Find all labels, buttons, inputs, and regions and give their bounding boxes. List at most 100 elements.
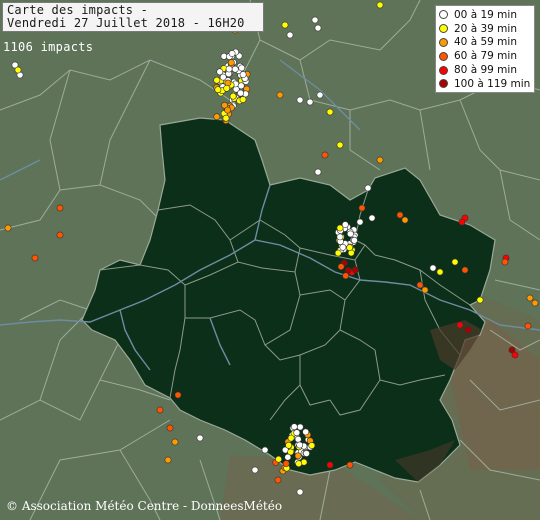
impact-marker bbox=[321, 151, 329, 159]
impact-marker bbox=[296, 441, 304, 449]
impact-marker bbox=[296, 423, 304, 431]
impact-marker bbox=[239, 71, 247, 78]
impact-marker bbox=[476, 296, 484, 304]
impact-marker bbox=[222, 114, 230, 122]
impact-marker bbox=[336, 233, 344, 241]
impact-marker bbox=[501, 258, 509, 266]
impact-marker bbox=[31, 254, 39, 262]
legend-color-swatch bbox=[439, 79, 448, 89]
legend-label: 20 à 39 min bbox=[454, 22, 517, 35]
impact-marker bbox=[524, 322, 532, 330]
impact-marker bbox=[224, 106, 231, 114]
impact-marker bbox=[302, 428, 310, 436]
impact-marker bbox=[171, 438, 179, 446]
legend-label: 60 à 79 min bbox=[454, 50, 517, 63]
impact-marker bbox=[293, 429, 301, 437]
legend-label: 80 à 99 min bbox=[454, 64, 517, 77]
impact-marker bbox=[356, 218, 364, 226]
impact-marker bbox=[231, 65, 239, 73]
impact-marker bbox=[4, 224, 12, 232]
impact-marker bbox=[429, 264, 437, 272]
impact-marker bbox=[526, 294, 534, 302]
impact-marker bbox=[308, 442, 316, 449]
impact-marker bbox=[336, 141, 344, 149]
legend-label: 40 à 59 min bbox=[454, 36, 517, 49]
impact-marker bbox=[213, 113, 221, 121]
impact-marker bbox=[346, 230, 354, 238]
impact-marker bbox=[237, 82, 245, 90]
impact-marker bbox=[376, 1, 384, 9]
impact-marker bbox=[56, 231, 64, 239]
map-title-box: Carte des impacts - Vendredi 27 Juillet … bbox=[2, 2, 264, 32]
impact-marker bbox=[227, 59, 235, 66]
legend-item: 60 à 79 min bbox=[439, 49, 531, 63]
impact-marker bbox=[458, 218, 466, 226]
impact-marker bbox=[196, 434, 204, 442]
impact-marker bbox=[166, 424, 174, 432]
impact-marker bbox=[351, 266, 359, 274]
legend-color-swatch bbox=[439, 37, 448, 47]
impact-marker bbox=[261, 446, 269, 454]
impact-marker bbox=[326, 108, 334, 116]
impact-marker bbox=[14, 66, 22, 74]
impact-marker bbox=[156, 406, 164, 414]
impact-marker bbox=[337, 263, 345, 271]
impact-marker bbox=[316, 91, 324, 99]
impact-marker bbox=[275, 455, 282, 463]
impact-marker bbox=[276, 91, 284, 99]
impact-marker bbox=[251, 466, 259, 474]
legend-color-swatch bbox=[439, 51, 448, 61]
impact-marker bbox=[281, 21, 289, 29]
impact-marker bbox=[376, 156, 384, 164]
legend-item: 100 à 119 min bbox=[439, 77, 531, 91]
impact-marker bbox=[238, 64, 246, 72]
impact-marker bbox=[456, 321, 464, 329]
impact-marker bbox=[287, 434, 295, 442]
legend-item: 00 à 19 min bbox=[439, 8, 531, 22]
impact-marker bbox=[285, 441, 293, 449]
impact-marker bbox=[511, 351, 519, 359]
impact-marker bbox=[421, 286, 429, 294]
impact-marker bbox=[461, 266, 469, 274]
legend-item: 80 à 99 min bbox=[439, 63, 531, 77]
legend-item: 20 à 39 min bbox=[439, 22, 531, 36]
impact-marker bbox=[350, 236, 358, 244]
impact-marker bbox=[295, 460, 303, 468]
impact-marker bbox=[225, 65, 233, 73]
map-date: Vendredi 27 Juillet 2018 - 16H20 bbox=[7, 16, 245, 30]
impact-marker bbox=[214, 86, 222, 94]
legend-color-swatch bbox=[439, 10, 448, 20]
impact-marker bbox=[336, 224, 344, 232]
impact-marker bbox=[339, 243, 347, 251]
impact-marker bbox=[436, 268, 444, 276]
legend-item: 40 à 59 min bbox=[439, 36, 531, 50]
impact-marker bbox=[451, 258, 459, 266]
impact-marker bbox=[303, 450, 310, 457]
copyright-notice: © Association Météo Centre - DonneesMété… bbox=[6, 499, 283, 513]
impact-marker bbox=[213, 76, 221, 84]
impact-marker bbox=[368, 214, 376, 222]
impact-marker bbox=[314, 168, 322, 176]
legend: 00 à 19 min 20 à 39 min 40 à 59 min 60 à… bbox=[435, 5, 535, 93]
impact-marker bbox=[401, 216, 409, 224]
legend-label: 00 à 19 min bbox=[454, 8, 517, 21]
legend-color-swatch bbox=[439, 24, 448, 34]
impact-marker bbox=[56, 204, 64, 212]
impact-marker bbox=[306, 98, 314, 106]
legend-color-swatch bbox=[439, 65, 448, 75]
impact-marker bbox=[464, 326, 472, 334]
impact-marker bbox=[334, 249, 342, 257]
impact-marker bbox=[342, 272, 350, 280]
impact-marker bbox=[274, 476, 282, 484]
impact-marker bbox=[416, 281, 424, 289]
impact-marker bbox=[314, 24, 322, 32]
impact-marker bbox=[219, 73, 227, 81]
impact-marker bbox=[286, 31, 294, 39]
impact-marker bbox=[239, 96, 247, 103]
impact-marker bbox=[294, 435, 302, 443]
impact-marker bbox=[296, 96, 304, 104]
impact-marker bbox=[284, 453, 292, 461]
lightning-map: Carte des impacts - Vendredi 27 Juillet … bbox=[0, 0, 540, 520]
impact-marker bbox=[237, 89, 244, 97]
impact-marker bbox=[229, 92, 237, 100]
